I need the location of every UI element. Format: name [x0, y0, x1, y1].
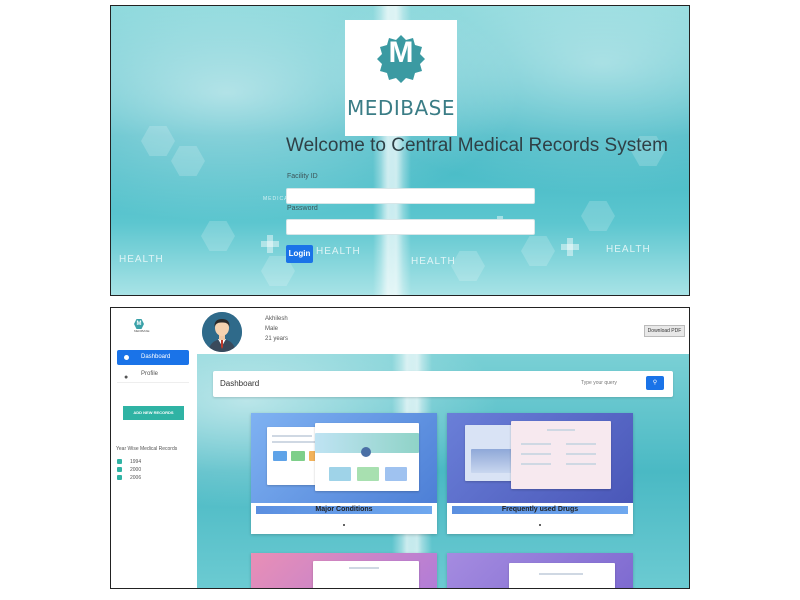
medical-cross-icon: [261, 235, 279, 253]
card-title: Major Conditions: [256, 506, 432, 514]
health-text: HEALTH: [119, 254, 164, 265]
health-text: HEALTH: [316, 246, 361, 257]
year-item-2000[interactable]: 2000: [117, 467, 141, 473]
preview-window: [509, 563, 615, 588]
year-label: 1994: [130, 459, 142, 465]
database-icon: [117, 467, 122, 473]
sidebar-item-profile[interactable]: ● Profile: [117, 367, 189, 383]
download-pdf-button[interactable]: Download PDF: [644, 325, 685, 337]
search-icon: ⚲: [652, 380, 658, 386]
card-preview-image: [447, 413, 633, 503]
hexagon-decoration: [171, 146, 205, 176]
facility-id-label: Facility ID: [287, 173, 318, 180]
person-icon: ●: [124, 374, 129, 381]
patient-age: 21 years: [265, 336, 289, 342]
preview-window: [315, 423, 419, 491]
sidebar-item-dashboard[interactable]: Dashboard: [117, 350, 189, 365]
facility-id-input[interactable]: [286, 188, 535, 204]
dashboard-header-bar: Dashboard Type your query ⚲: [213, 371, 673, 397]
hexagon-decoration: [581, 201, 615, 231]
sidebar-logo[interactable]: M MEDIBASE: [134, 319, 150, 333]
year-label: 2000: [130, 467, 142, 473]
year-item-1994[interactable]: 1994: [117, 459, 141, 465]
logo-badge-icon: M: [134, 319, 144, 329]
search-button[interactable]: ⚲: [646, 376, 664, 390]
year-item-2006[interactable]: 2006: [117, 475, 141, 481]
brand-name: MEDIBASE: [347, 96, 455, 120]
major-conditions-card[interactable]: Major Conditions: [251, 413, 437, 534]
dashboard-card-partial[interactable]: [251, 553, 437, 588]
database-icon: [117, 459, 122, 465]
brand-letter: M: [388, 36, 414, 69]
card-dot: [343, 524, 345, 526]
main-content: Dashboard Type your query ⚲ Major Condit…: [197, 354, 689, 588]
login-screen: HEALTH HEALTH HEALTH HEALTH MEDICAL CARE…: [110, 5, 690, 296]
year-label: 2006: [130, 475, 142, 481]
login-button[interactable]: Login: [286, 245, 313, 263]
hexagon-decoration: [451, 251, 485, 281]
page-title: Welcome to Central Medical Records Syste…: [286, 135, 668, 156]
patient-header: Akhilesh Male 21 years Download PDF: [197, 308, 689, 354]
sidebar: M MEDIBASE Dashboard ● Profile ADD NEW R…: [111, 308, 197, 588]
hexagon-decoration: [201, 221, 235, 251]
logo-name: MEDIBASE: [134, 329, 150, 333]
patient-gender: Male: [265, 326, 279, 332]
card-preview-image: [251, 413, 437, 503]
password-input[interactable]: [286, 219, 535, 235]
add-new-records-button[interactable]: ADD NEW RECORDS: [123, 406, 184, 420]
frequently-used-drugs-card[interactable]: Frequently used Drugs: [447, 413, 633, 534]
sidebar-item-label: Profile: [141, 371, 159, 377]
dashboard-icon: [124, 355, 129, 360]
card-dot: [539, 524, 541, 526]
preview-window: [511, 421, 611, 489]
search-input[interactable]: Type your query: [581, 376, 646, 390]
preview-window: [313, 561, 419, 588]
patient-name: Akhilesh: [265, 316, 288, 322]
brand-logo: M MEDIBASE: [345, 20, 457, 136]
dashboard-screen: M MEDIBASE Dashboard ● Profile ADD NEW R…: [110, 307, 690, 589]
hexagon-decoration: [521, 236, 555, 266]
avatar: [202, 312, 242, 352]
dashboard-card-partial[interactable]: [447, 553, 633, 588]
records-title: Year Wise Medical Records: [116, 446, 178, 452]
database-icon: [117, 475, 122, 481]
hexagon-decoration: [141, 126, 175, 156]
health-text: HEALTH: [411, 256, 456, 267]
health-text: HEALTH: [606, 244, 651, 255]
medical-cross-icon: [561, 238, 579, 256]
page-title: Dashboard: [220, 379, 260, 388]
password-label: Password: [287, 205, 318, 212]
sidebar-item-label: Dashboard: [141, 354, 171, 360]
card-title: Frequently used Drugs: [452, 506, 628, 514]
